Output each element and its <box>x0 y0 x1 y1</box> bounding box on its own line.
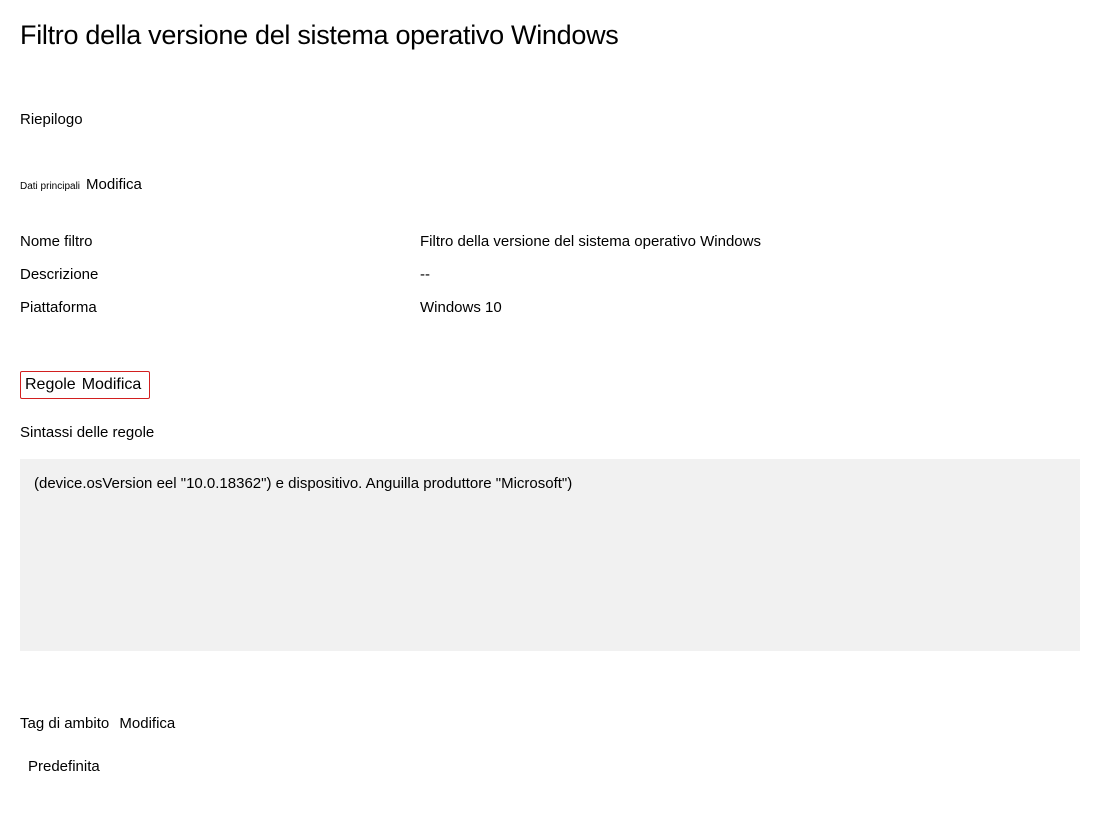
rules-syntax-box: (device.osVersion eel "10.0.18362") e di… <box>20 459 1080 651</box>
field-description: Descrizione -- <box>20 266 1082 285</box>
rules-edit-link[interactable]: Modifica <box>82 376 142 394</box>
description-value: -- <box>420 266 1082 285</box>
field-platform: Piattaforma Windows 10 <box>20 299 1082 318</box>
main-data-label: Dati principali <box>20 181 80 192</box>
field-filter-name: Nome filtro Filtro della versione del si… <box>20 233 1082 252</box>
rules-syntax-value: (device.osVersion eel "10.0.18362") e di… <box>34 475 572 492</box>
platform-value: Windows 10 <box>420 299 1082 318</box>
page-title: Filtro della versione del sistema operat… <box>20 20 1082 51</box>
filter-name-label: Nome filtro <box>20 233 420 252</box>
scope-tags-label: Tag di ambito <box>20 715 109 732</box>
description-label: Descrizione <box>20 266 420 285</box>
summary-heading: Riepilogo <box>20 111 1082 128</box>
filter-name-value: Filtro della versione del sistema operat… <box>420 233 1082 252</box>
main-data-row: Dati principali Modifica <box>20 176 1082 193</box>
rules-header: Regole Modifica <box>20 371 150 399</box>
platform-label: Piattaforma <box>20 299 420 318</box>
rules-label: Regole <box>25 376 76 394</box>
scope-tags-row: Tag di ambito Modifica <box>20 715 1082 732</box>
scope-tags-edit-link[interactable]: Modifica <box>119 715 175 732</box>
main-data-edit-link[interactable]: Modifica <box>86 176 142 193</box>
rules-syntax-label: Sintassi delle regole <box>20 424 1082 441</box>
scope-tags-value: Predefinita <box>20 758 1082 775</box>
